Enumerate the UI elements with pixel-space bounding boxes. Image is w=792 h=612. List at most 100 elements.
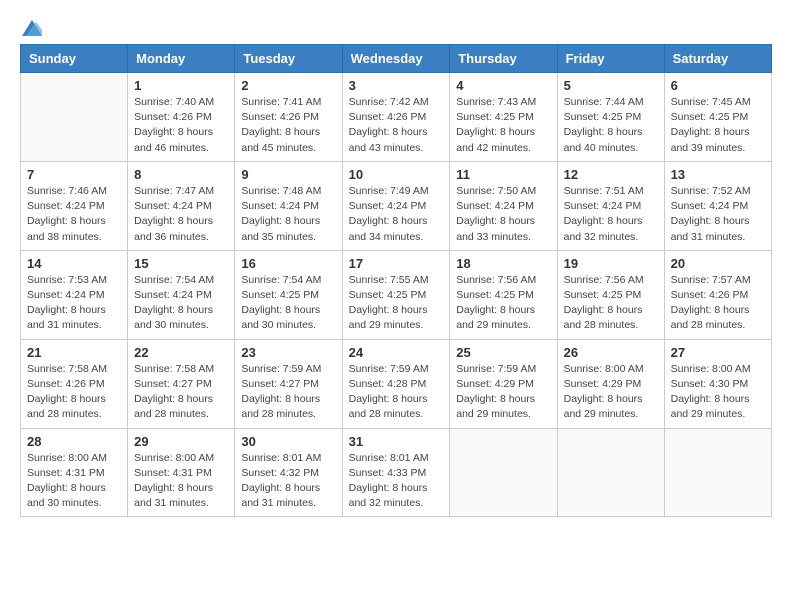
day-number: 7 <box>27 167 121 182</box>
calendar-cell <box>450 428 557 517</box>
day-number: 13 <box>671 167 765 182</box>
calendar-cell: 6 Sunrise: 7:45 AMSunset: 4:25 PMDaylight… <box>664 73 771 162</box>
calendar-cell: 2 Sunrise: 7:41 AMSunset: 4:26 PMDaylight… <box>235 73 342 162</box>
day-number: 25 <box>456 345 550 360</box>
day-info: Sunrise: 7:56 AMSunset: 4:25 PMDaylight:… <box>456 273 550 334</box>
day-info: Sunrise: 7:54 AMSunset: 4:24 PMDaylight:… <box>134 273 228 334</box>
header-thursday: Thursday <box>450 45 557 73</box>
calendar-cell: 22 Sunrise: 7:58 AMSunset: 4:27 PMDayligh… <box>128 339 235 428</box>
day-info: Sunrise: 8:00 AMSunset: 4:29 PMDaylight:… <box>564 362 658 423</box>
day-number: 2 <box>241 78 335 93</box>
day-number: 23 <box>241 345 335 360</box>
day-info: Sunrise: 7:40 AMSunset: 4:26 PMDaylight:… <box>134 95 228 156</box>
calendar-cell <box>557 428 664 517</box>
day-number: 16 <box>241 256 335 271</box>
day-number: 10 <box>349 167 444 182</box>
calendar-cell: 4 Sunrise: 7:43 AMSunset: 4:25 PMDaylight… <box>450 73 557 162</box>
day-number: 3 <box>349 78 444 93</box>
day-number: 18 <box>456 256 550 271</box>
calendar-week-3: 21 Sunrise: 7:58 AMSunset: 4:26 PMDayligh… <box>21 339 772 428</box>
day-number: 20 <box>671 256 765 271</box>
day-info: Sunrise: 7:58 AMSunset: 4:27 PMDaylight:… <box>134 362 228 423</box>
day-number: 4 <box>456 78 550 93</box>
calendar-cell: 16Sunrise: 7:54 AMSunset: 4:25 PMDayligh… <box>235 250 342 339</box>
header-wednesday: Wednesday <box>342 45 450 73</box>
calendar-week-0: 1Sunrise: 7:40 AMSunset: 4:26 PMDaylight… <box>21 73 772 162</box>
day-info: Sunrise: 8:01 AMSunset: 4:32 PMDaylight:… <box>241 451 335 512</box>
day-info: Sunrise: 7:56 AMSunset: 4:25 PMDaylight:… <box>564 273 658 334</box>
day-info: Sunrise: 7:46 AMSunset: 4:24 PMDaylight:… <box>27 184 121 245</box>
day-info: Sunrise: 7:59 AMSunset: 4:28 PMDaylight:… <box>349 362 444 423</box>
calendar-cell: 27 Sunrise: 8:00 AMSunset: 4:30 PMDayligh… <box>664 339 771 428</box>
calendar-cell: 11Sunrise: 7:50 AMSunset: 4:24 PMDayligh… <box>450 161 557 250</box>
calendar-cell: 15 Sunrise: 7:54 AMSunset: 4:24 PMDayligh… <box>128 250 235 339</box>
calendar-cell <box>664 428 771 517</box>
calendar-cell: 29Sunrise: 8:00 AMSunset: 4:31 PMDayligh… <box>128 428 235 517</box>
day-number: 22 <box>134 345 228 360</box>
day-info: Sunrise: 7:43 AMSunset: 4:25 PMDaylight:… <box>456 95 550 156</box>
day-info: Sunrise: 7:49 AMSunset: 4:24 PMDaylight:… <box>349 184 444 245</box>
day-info: Sunrise: 8:00 AMSunset: 4:30 PMDaylight:… <box>671 362 765 423</box>
calendar-cell: 14Sunrise: 7:53 AMSunset: 4:24 PMDayligh… <box>21 250 128 339</box>
day-info: Sunrise: 7:51 AMSunset: 4:24 PMDaylight:… <box>564 184 658 245</box>
day-number: 11 <box>456 167 550 182</box>
calendar-cell: 20 Sunrise: 7:57 AMSunset: 4:26 PMDayligh… <box>664 250 771 339</box>
day-info: Sunrise: 7:45 AMSunset: 4:25 PMDaylight:… <box>671 95 765 156</box>
calendar-cell: 1Sunrise: 7:40 AMSunset: 4:26 PMDaylight… <box>128 73 235 162</box>
day-number: 27 <box>671 345 765 360</box>
calendar-cell: 5 Sunrise: 7:44 AMSunset: 4:25 PMDaylight… <box>557 73 664 162</box>
day-number: 19 <box>564 256 658 271</box>
day-info: Sunrise: 8:00 AMSunset: 4:31 PMDaylight:… <box>27 451 121 512</box>
day-info: Sunrise: 7:44 AMSunset: 4:25 PMDaylight:… <box>564 95 658 156</box>
calendar-cell: 30 Sunrise: 8:01 AMSunset: 4:32 PMDayligh… <box>235 428 342 517</box>
calendar-body: 1Sunrise: 7:40 AMSunset: 4:26 PMDaylight… <box>21 73 772 517</box>
day-number: 21 <box>27 345 121 360</box>
header-tuesday: Tuesday <box>235 45 342 73</box>
logo-icon <box>22 20 42 36</box>
calendar-cell: 19 Sunrise: 7:56 AMSunset: 4:25 PMDayligh… <box>557 250 664 339</box>
day-info: Sunrise: 7:55 AMSunset: 4:25 PMDaylight:… <box>349 273 444 334</box>
day-info: Sunrise: 8:01 AMSunset: 4:33 PMDaylight:… <box>349 451 444 512</box>
day-info: Sunrise: 7:57 AMSunset: 4:26 PMDaylight:… <box>671 273 765 334</box>
calendar-cell: 23 Sunrise: 7:59 AMSunset: 4:27 PMDayligh… <box>235 339 342 428</box>
day-number: 8 <box>134 167 228 182</box>
day-info: Sunrise: 7:47 AMSunset: 4:24 PMDaylight:… <box>134 184 228 245</box>
calendar-cell: 12 Sunrise: 7:51 AMSunset: 4:24 PMDayligh… <box>557 161 664 250</box>
calendar-week-2: 14Sunrise: 7:53 AMSunset: 4:24 PMDayligh… <box>21 250 772 339</box>
calendar-cell: 21 Sunrise: 7:58 AMSunset: 4:26 PMDayligh… <box>21 339 128 428</box>
day-number: 28 <box>27 434 121 449</box>
calendar-header: SundayMondayTuesdayWednesdayThursdayFrid… <box>21 45 772 73</box>
calendar-cell: 18 Sunrise: 7:56 AMSunset: 4:25 PMDayligh… <box>450 250 557 339</box>
day-number: 9 <box>241 167 335 182</box>
header-monday: Monday <box>128 45 235 73</box>
day-number: 15 <box>134 256 228 271</box>
header-sunday: Sunday <box>21 45 128 73</box>
day-number: 12 <box>564 167 658 182</box>
day-number: 17 <box>349 256 444 271</box>
page-header <box>20 16 772 36</box>
calendar-cell: 17 Sunrise: 7:55 AMSunset: 4:25 PMDayligh… <box>342 250 450 339</box>
day-number: 30 <box>241 434 335 449</box>
day-info: Sunrise: 7:48 AMSunset: 4:24 PMDaylight:… <box>241 184 335 245</box>
calendar-week-1: 7 Sunrise: 7:46 AMSunset: 4:24 PMDaylight… <box>21 161 772 250</box>
calendar-week-4: 28 Sunrise: 8:00 AMSunset: 4:31 PMDayligh… <box>21 428 772 517</box>
day-number: 26 <box>564 345 658 360</box>
header-friday: Friday <box>557 45 664 73</box>
logo <box>20 20 42 36</box>
day-info: Sunrise: 8:00 AMSunset: 4:31 PMDaylight:… <box>134 451 228 512</box>
calendar-cell: 31Sunrise: 8:01 AMSunset: 4:33 PMDayligh… <box>342 428 450 517</box>
day-info: Sunrise: 7:59 AMSunset: 4:27 PMDaylight:… <box>241 362 335 423</box>
day-info: Sunrise: 7:59 AMSunset: 4:29 PMDaylight:… <box>456 362 550 423</box>
calendar-cell: 10 Sunrise: 7:49 AMSunset: 4:24 PMDayligh… <box>342 161 450 250</box>
day-info: Sunrise: 7:58 AMSunset: 4:26 PMDaylight:… <box>27 362 121 423</box>
day-number: 5 <box>564 78 658 93</box>
calendar-table: SundayMondayTuesdayWednesdayThursdayFrid… <box>20 44 772 517</box>
day-number: 6 <box>671 78 765 93</box>
calendar-cell <box>21 73 128 162</box>
day-number: 14 <box>27 256 121 271</box>
day-info: Sunrise: 7:41 AMSunset: 4:26 PMDaylight:… <box>241 95 335 156</box>
calendar-cell: 9 Sunrise: 7:48 AMSunset: 4:24 PMDaylight… <box>235 161 342 250</box>
calendar-cell: 24Sunrise: 7:59 AMSunset: 4:28 PMDayligh… <box>342 339 450 428</box>
calendar-cell: 3Sunrise: 7:42 AMSunset: 4:26 PMDaylight… <box>342 73 450 162</box>
day-info: Sunrise: 7:52 AMSunset: 4:24 PMDaylight:… <box>671 184 765 245</box>
